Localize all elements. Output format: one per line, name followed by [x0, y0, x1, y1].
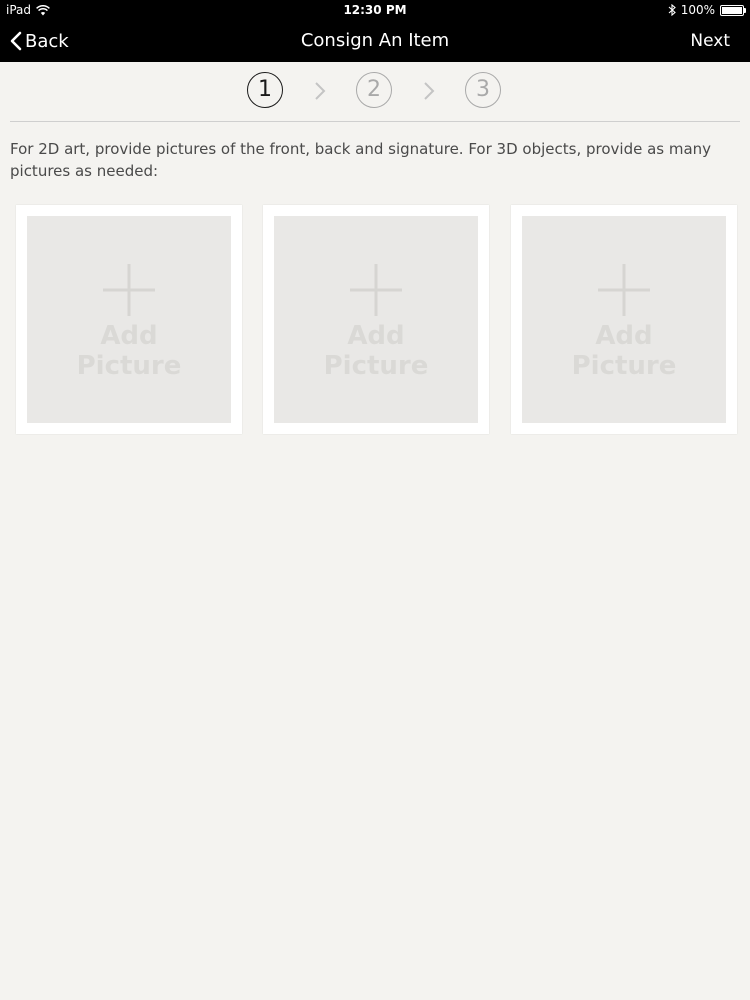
plus-icon — [103, 264, 155, 316]
status-time: 12:30 PM — [343, 3, 407, 17]
step-1: 1 — [247, 72, 283, 108]
status-right: 100% — [668, 3, 746, 17]
wifi-icon — [36, 4, 50, 15]
add-picture-button[interactable]: Add Picture — [16, 205, 242, 434]
add-picture-line1: Add — [100, 321, 158, 351]
battery-icon — [720, 4, 746, 16]
step-3: 3 — [465, 72, 501, 108]
photo-placeholder: Add Picture — [522, 216, 726, 423]
carrier-label: iPad — [6, 3, 32, 17]
chevron-right-icon — [315, 82, 326, 100]
carrier-info: iPad — [6, 3, 50, 17]
add-picture-line1: Add — [347, 321, 405, 351]
bluetooth-icon — [668, 4, 676, 16]
add-picture-line1: Add — [595, 321, 653, 351]
add-picture-label: Add Picture — [27, 321, 231, 381]
step-2: 2 — [356, 72, 392, 108]
page-title: Consign An Item — [300, 30, 450, 51]
add-picture-label: Add Picture — [274, 321, 478, 381]
add-picture-line2: Picture — [571, 351, 677, 381]
battery-percent: 100% — [680, 3, 715, 17]
back-label: Back — [25, 30, 69, 52]
plus-icon — [350, 264, 402, 316]
plus-icon — [598, 264, 650, 316]
add-picture-line2: Picture — [323, 351, 429, 381]
chevron-right-icon — [424, 82, 435, 100]
status-bar: iPad 12:30 PM 100% — [0, 0, 750, 20]
instructions-text: For 2D art, provide pictures of the fron… — [10, 140, 712, 180]
photo-placeholder: Add Picture — [27, 216, 231, 423]
divider — [10, 121, 740, 122]
add-picture-line2: Picture — [76, 351, 182, 381]
add-picture-label: Add Picture — [522, 321, 726, 381]
battery-level — [722, 6, 742, 14]
add-picture-button[interactable]: Add Picture — [263, 205, 489, 434]
navigation-bar: Back Consign An Item Next — [0, 20, 750, 62]
back-button[interactable]: Back — [10, 20, 69, 62]
next-button[interactable]: Next — [690, 20, 730, 62]
step-indicator: 1 2 3 — [0, 72, 750, 112]
photo-placeholder: Add Picture — [274, 216, 478, 423]
add-picture-button[interactable]: Add Picture — [511, 205, 737, 434]
chevron-left-icon — [10, 31, 22, 51]
